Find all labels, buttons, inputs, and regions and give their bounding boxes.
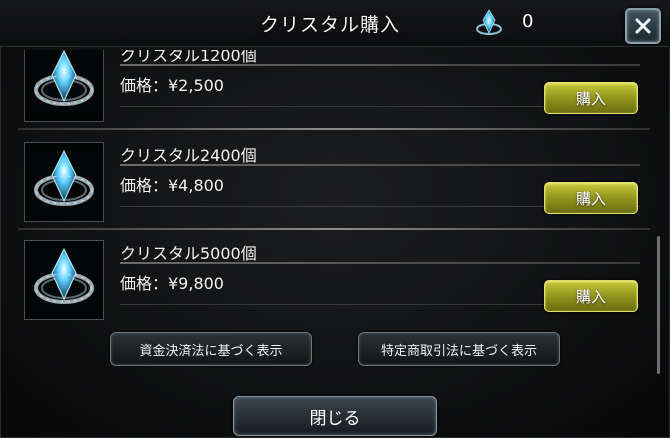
payment-services-act-button[interactable]: 資金決済法に基づく表示 <box>110 332 312 366</box>
buy-button[interactable]: 購入 <box>544 82 638 114</box>
crystal-purchase-dialog: クリスタル購入 0 クリスタル1200個 価格：¥2,500 購入 クリスタル2… <box>0 0 670 438</box>
crystal-item-list[interactable]: クリスタル1200個 価格：¥2,500 購入 クリスタル2400個 価格：¥4… <box>18 50 650 322</box>
item-name-underline <box>120 164 640 166</box>
item-divider <box>18 228 650 230</box>
list-item: クリスタル5000個 価格：¥9,800 購入 <box>18 240 650 322</box>
item-divider <box>18 128 650 130</box>
item-price: 価格：¥9,800 <box>120 274 224 293</box>
buy-button[interactable]: 購入 <box>544 182 638 214</box>
item-price: 価格：¥4,800 <box>120 176 224 195</box>
crystal-thumbnail <box>24 240 104 320</box>
list-item: クリスタル2400個 価格：¥4,800 購入 <box>18 142 650 234</box>
list-item: クリスタル1200個 価格：¥2,500 購入 <box>18 50 650 134</box>
item-name-underline <box>120 64 640 66</box>
crystal-thumbnail <box>24 50 104 122</box>
close-icon <box>635 18 651 34</box>
item-name: クリスタル5000個 <box>120 244 257 263</box>
item-price: 価格：¥2,500 <box>120 76 224 95</box>
crystal-count: 0 <box>522 11 534 32</box>
crystal-thumbnail <box>24 142 104 222</box>
crystal-icon <box>474 8 504 38</box>
close-button[interactable] <box>625 8 661 44</box>
dialog-title: クリスタル購入 <box>260 14 401 36</box>
buy-button[interactable]: 購入 <box>544 280 638 312</box>
item-name: クリスタル2400個 <box>120 146 257 165</box>
dialog-header: クリスタル購入 0 <box>0 0 670 47</box>
item-name-underline <box>120 262 640 264</box>
commercial-transactions-act-button[interactable]: 特定商取引法に基づく表示 <box>358 332 560 366</box>
list-scrollbar[interactable] <box>657 236 660 374</box>
close-dialog-button[interactable]: 閉じる <box>233 396 437 436</box>
